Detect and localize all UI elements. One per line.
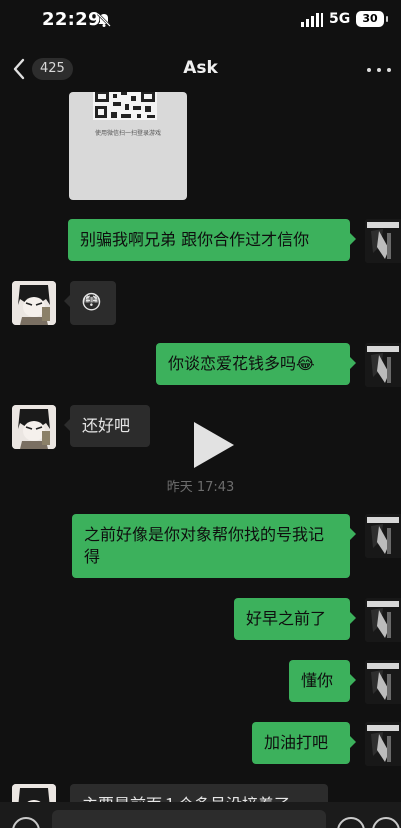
contact-avatar[interactable]: [12, 784, 56, 802]
incoming-message-bubble[interactable]: 还好吧: [64, 405, 150, 447]
avatar-image: [365, 598, 401, 642]
signal-strength-icon: [301, 13, 323, 27]
input-bar: [0, 802, 401, 828]
outgoing-message-bubble[interactable]: 懂你: [289, 660, 356, 702]
avatar-image: [365, 514, 401, 558]
self-avatar[interactable]: [365, 722, 401, 766]
contact-avatar[interactable]: [12, 405, 56, 449]
avatar-image: [12, 281, 56, 325]
avatar-image: [365, 343, 401, 387]
qr-caption: 使用微信扫一扫登录游戏: [94, 130, 161, 137]
avatar-image: [365, 660, 401, 704]
network-type: 5G: [329, 11, 351, 27]
status-bar: 22:29 5G 30: [0, 0, 401, 40]
message-input[interactable]: [52, 810, 326, 828]
contact-avatar[interactable]: [12, 281, 56, 325]
play-icon[interactable]: [190, 420, 238, 470]
self-avatar[interactable]: [365, 343, 401, 387]
more-options-button[interactable]: [367, 60, 391, 80]
self-avatar[interactable]: [365, 598, 401, 642]
more-dot-icon: [387, 68, 391, 72]
avatar-image: [365, 722, 401, 766]
avatar-image: [12, 784, 56, 802]
avatar-image: [12, 405, 56, 449]
message-list[interactable]: 使用微信扫一扫登录游戏 别骗我啊兄弟 跟你合作过才信你 😳 你谈恋爱花钱多吗😂 …: [0, 92, 401, 802]
message-timestamp: 昨天 17:43: [166, 480, 235, 495]
self-avatar[interactable]: [365, 514, 401, 558]
outgoing-message-bubble[interactable]: 你谈恋爱花钱多吗😂: [156, 343, 356, 385]
chat-title: Ask: [183, 58, 218, 78]
emoji-button[interactable]: [337, 817, 365, 828]
more-dot-icon: [377, 68, 381, 72]
voice-input-button[interactable]: [12, 817, 40, 828]
more-dot-icon: [367, 68, 371, 72]
chat-screen: 22:29 5G 30 425 Ask 使用微信扫一扫登录游戏 别骗我啊兄弟 跟…: [0, 0, 401, 828]
outgoing-message-bubble[interactable]: 之前好像是你对象帮你找的号我记得: [72, 514, 356, 578]
self-avatar[interactable]: [365, 660, 401, 704]
outgoing-message-bubble[interactable]: 好早之前了: [234, 598, 356, 640]
chat-header: 425 Ask: [0, 48, 401, 92]
incoming-message-bubble[interactable]: 主要是前面１个多号没接着了: [70, 784, 328, 802]
incoming-message-bubble[interactable]: 😳: [64, 281, 116, 325]
more-functions-button[interactable]: [372, 817, 400, 828]
qr-code-icon: [93, 92, 157, 120]
muted-bell-icon: [97, 13, 111, 27]
status-time: 22:29: [42, 9, 101, 30]
battery-level: 30: [356, 11, 388, 27]
avatar-image: [365, 219, 401, 263]
outgoing-message-bubble[interactable]: 别骗我啊兄弟 跟你合作过才信你: [68, 219, 356, 261]
outgoing-message-bubble[interactable]: 加油打吧: [252, 722, 356, 764]
qr-code-image-message[interactable]: 使用微信扫一扫登录游戏: [69, 92, 187, 200]
self-avatar[interactable]: [365, 219, 401, 263]
